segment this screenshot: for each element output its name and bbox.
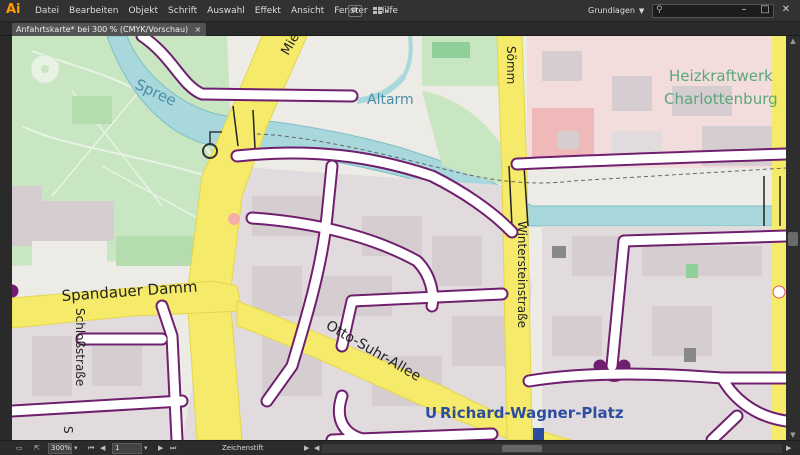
close-window-button[interactable]: ✕ [780, 3, 792, 17]
label-ubahn: U [425, 404, 437, 422]
zoom-dropdown-icon[interactable]: ▾ [74, 443, 78, 454]
menu-datei[interactable]: Datei [30, 0, 64, 22]
building [542, 51, 582, 81]
sport-field [686, 264, 698, 278]
current-tool-label: Zeichenstift [222, 444, 264, 452]
building [652, 306, 712, 356]
close-tab-icon[interactable]: × [194, 23, 201, 36]
chevron-down-icon: ▼ [638, 7, 645, 15]
building [12, 186, 42, 246]
map-artwork: Spree Altarm Heizkraftwerk Charlottenbur… [12, 36, 786, 440]
menu-objekt[interactable]: Objekt [123, 0, 163, 22]
poi-dot [772, 285, 786, 299]
workspace-switcher[interactable]: Grundlagen ▼ [588, 5, 644, 17]
zoom-field[interactable]: 300% [48, 443, 72, 454]
building [557, 131, 579, 149]
sport-field [432, 42, 470, 58]
horizontal-scrollbar[interactable] [322, 444, 782, 453]
scroll-down-icon[interactable]: ▼ [786, 430, 800, 440]
artboard-canvas[interactable]: Spree Altarm Heizkraftwerk Charlottenbur… [12, 36, 786, 440]
scroll-up-icon[interactable]: ▲ [786, 36, 800, 46]
document-tab[interactable]: Anfahrtskarte* bei 300 % (CMYK/Vorschau)… [12, 23, 207, 36]
park-lawn [72, 96, 112, 124]
building [252, 266, 302, 316]
workspace-label: Grundlagen [588, 6, 635, 15]
minimize-button[interactable]: – [738, 3, 750, 17]
building-dark [552, 246, 566, 258]
vertical-scrollbar[interactable]: ▲ ▼ [786, 36, 800, 440]
building [452, 316, 512, 366]
status-bar: ▭ ⇱ 300% ▾ ⏮ ◀ 1 ▾ ▶ ⏭ Zeichenstift ▶ ◀ … [0, 440, 800, 455]
menu-bar: Ai Datei Bearbeiten Objekt Schrift Auswa… [0, 0, 800, 22]
illustrator-logo: Ai [6, 2, 21, 17]
horizontal-scroll-thumb[interactable] [502, 445, 542, 452]
share-icon[interactable]: ⇱ [34, 443, 40, 454]
building [432, 236, 482, 286]
scroll-right-icon[interactable]: ▶ [786, 443, 791, 454]
building [34, 201, 114, 241]
building [32, 336, 72, 396]
artboard-dropdown-icon[interactable]: ▾ [144, 443, 148, 454]
building [642, 246, 762, 276]
label-heizkraftwerk-line2: Charlottenburg [664, 90, 778, 108]
menu-schrift[interactable]: Schrift [163, 0, 202, 22]
arrange-documents-icon[interactable] [372, 5, 390, 17]
search-input[interactable] [667, 6, 771, 16]
menu-auswahl[interactable]: Auswahl [202, 0, 250, 22]
menu-ansicht[interactable]: Ansicht [286, 0, 329, 22]
building [92, 346, 142, 386]
search-icon: ⚲ [656, 5, 663, 15]
poi-dot [228, 213, 240, 225]
building [552, 316, 602, 356]
label-wintersteinstrasse: Wintersteinstraße [515, 221, 529, 328]
bridge-button[interactable]: Br [348, 5, 362, 17]
menu-bearbeiten[interactable]: Bearbeiten [64, 0, 123, 22]
label-schlossstrasse: Schloßstraße [73, 308, 87, 386]
label-heizkraftwerk-line1: Heizkraftwerk [669, 67, 773, 85]
menu-effekt[interactable]: Effekt [250, 0, 286, 22]
ubahn-sign [533, 428, 544, 440]
vertical-scroll-thumb[interactable] [788, 232, 798, 246]
label-soemmering: Sömm [504, 46, 518, 84]
fountain-center [41, 65, 49, 73]
building [572, 236, 622, 276]
plaza [32, 241, 107, 271]
scroll-left-icon[interactable]: ◀ [314, 443, 319, 454]
maximize-button[interactable]: □ [759, 3, 771, 17]
first-artboard-icon[interactable]: ⏮ [88, 443, 94, 454]
status-menu-icon[interactable]: ▶ [304, 443, 309, 454]
document-tab-bar: Anfahrtskarte* bei 300 % (CMYK/Vorschau)… [0, 22, 800, 36]
document-tab-title: Anfahrtskarte* bei 300 % (CMYK/Vorschau) [16, 25, 189, 34]
artboard-number-field[interactable]: 1 [112, 443, 142, 454]
label-schloss-s: S [61, 426, 75, 434]
building [612, 76, 652, 111]
next-artboard-icon[interactable]: ▶ [158, 443, 163, 454]
label-richard-wagner-platz: Richard-Wagner-Platz [440, 404, 624, 422]
label-altarm: Altarm [367, 92, 414, 108]
previous-artboard-icon[interactable]: ◀ [100, 443, 105, 454]
help-search[interactable]: ⚲ [652, 4, 774, 18]
building-dark [684, 348, 696, 362]
left-panel-edge [0, 36, 12, 440]
last-artboard-icon[interactable]: ⏭ [170, 443, 176, 454]
screen-mode-icon[interactable]: ▭ [16, 443, 23, 454]
